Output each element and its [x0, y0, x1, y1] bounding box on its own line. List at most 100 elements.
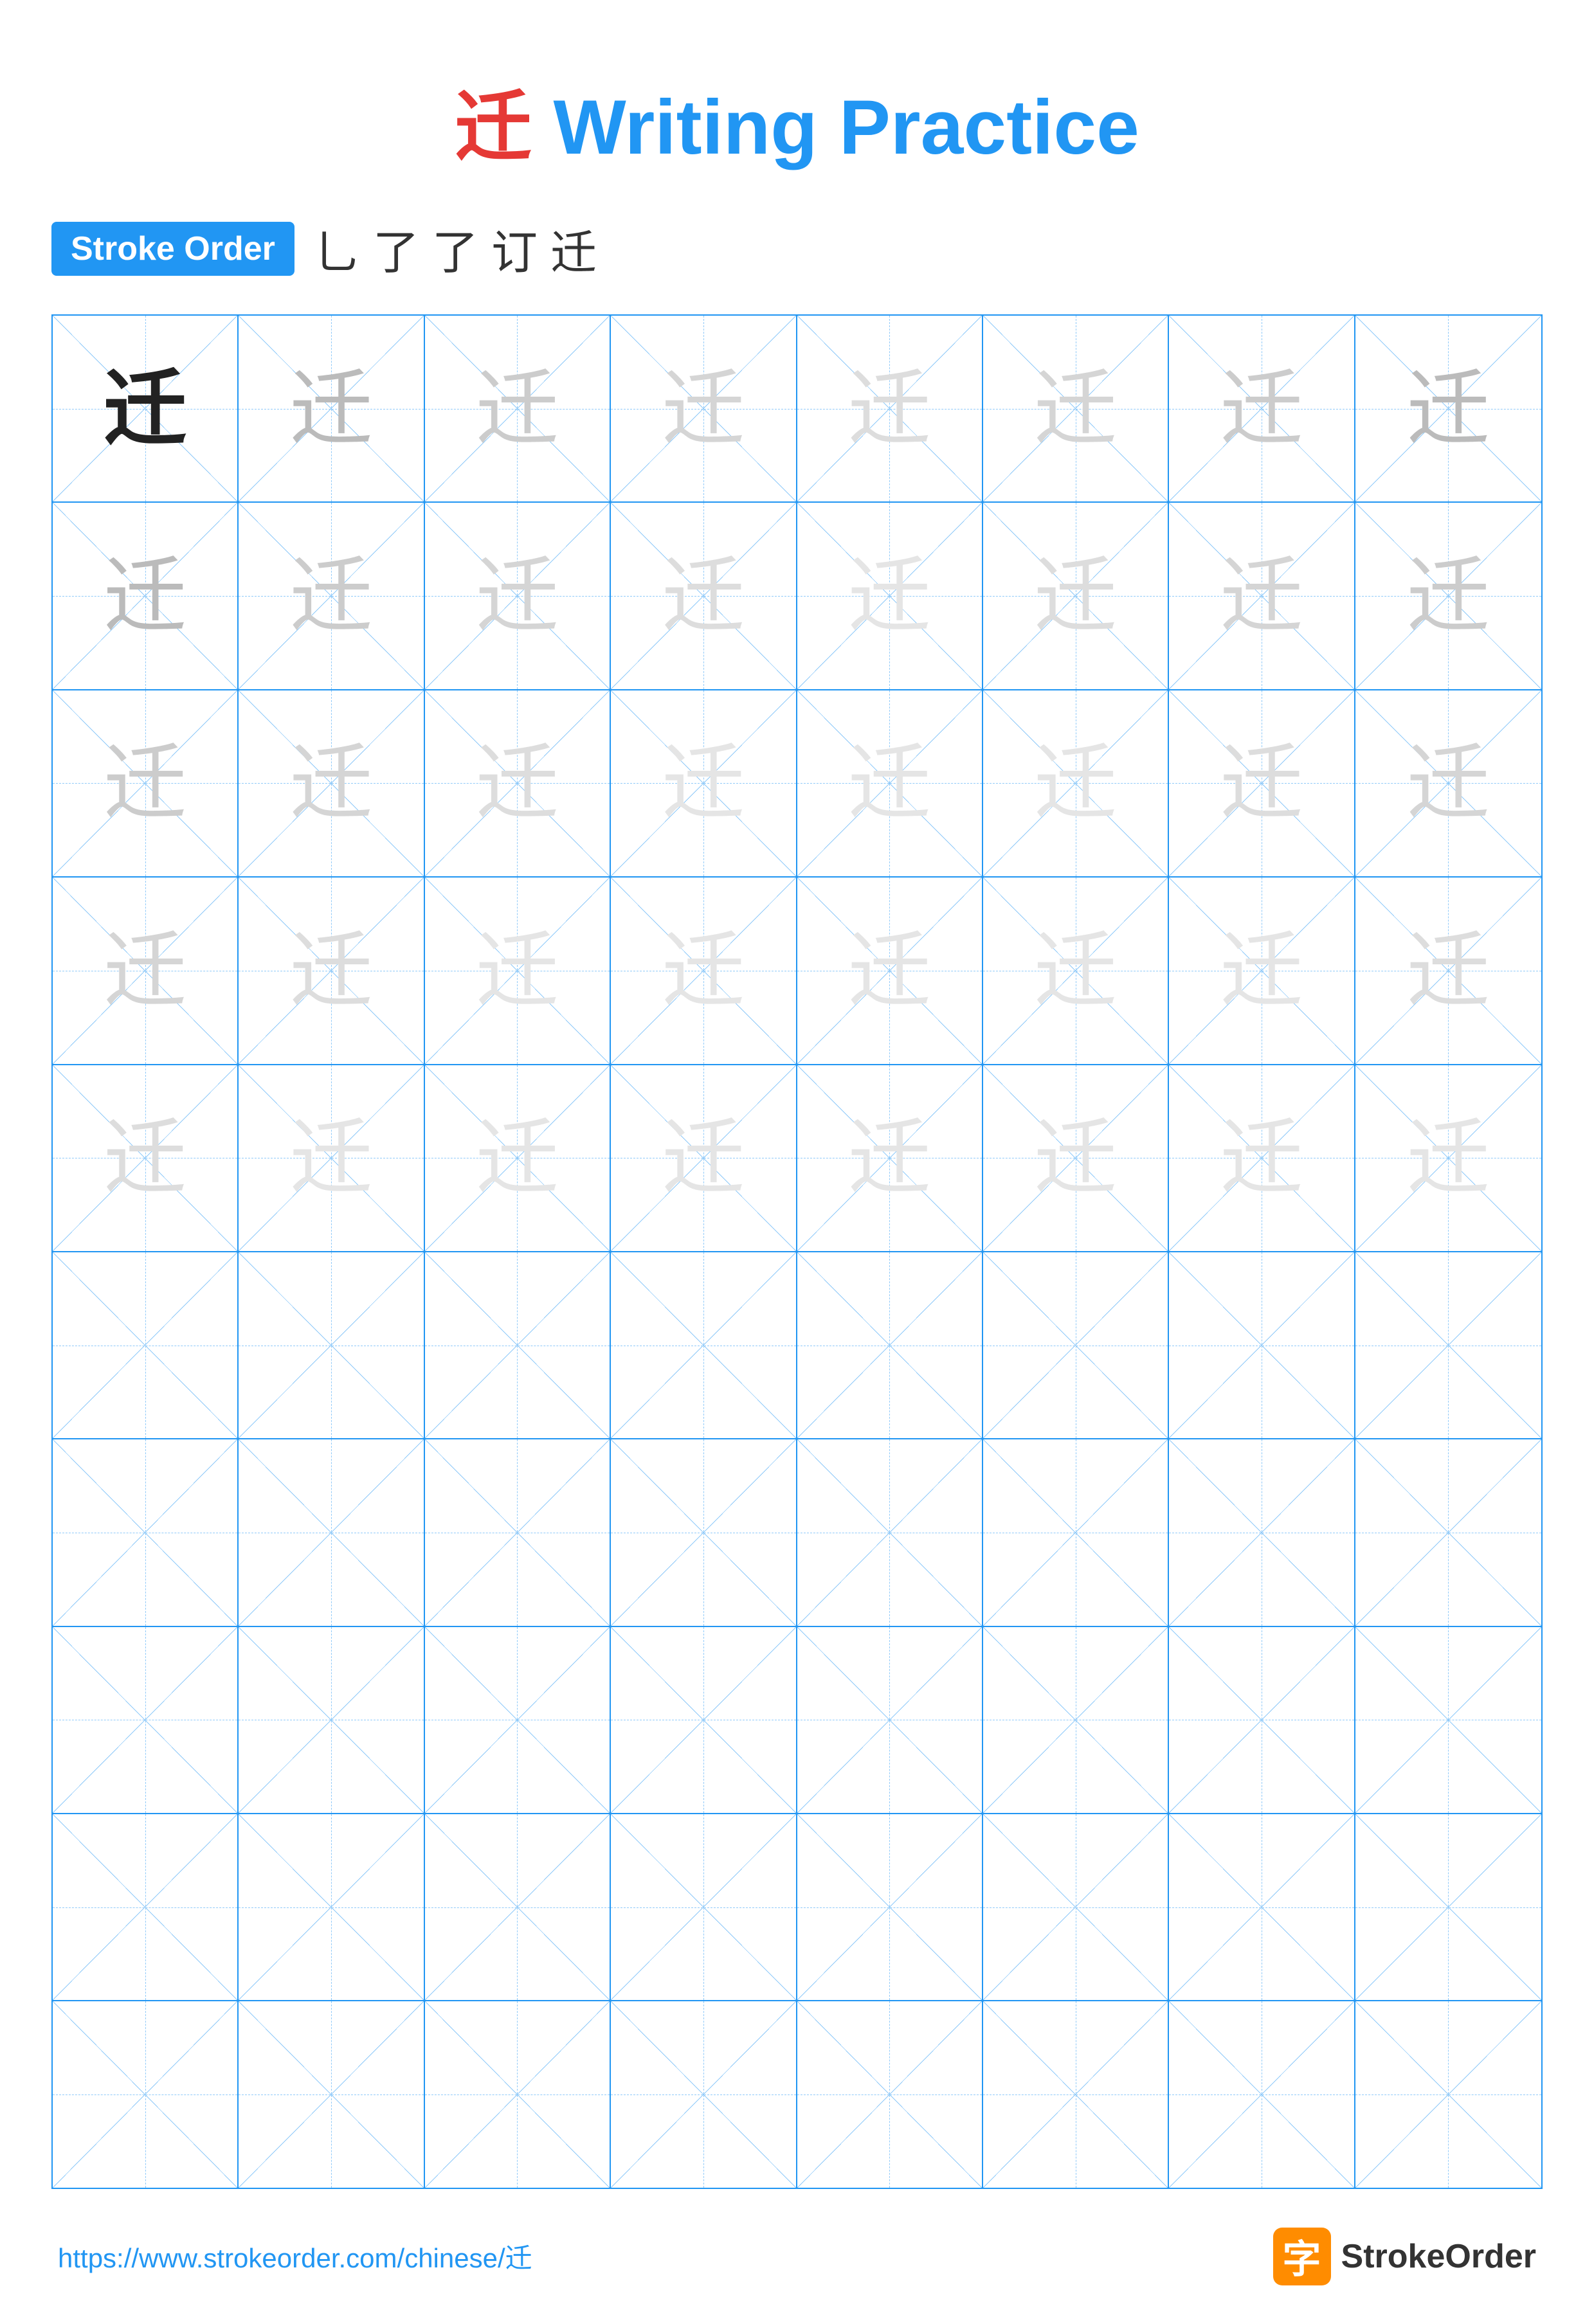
practice-char: 迁: [289, 741, 373, 825]
grid-cell[interactable]: [983, 1439, 1169, 1625]
grid-cell[interactable]: [239, 1627, 424, 1813]
grid-cell[interactable]: [1355, 2001, 1541, 2187]
grid-cell[interactable]: 迁: [797, 1065, 983, 1251]
grid-cell[interactable]: [425, 1252, 611, 1438]
grid-cell[interactable]: [1169, 1252, 1355, 1438]
grid-cell[interactable]: 迁: [239, 503, 424, 689]
grid-cell[interactable]: [1355, 1439, 1541, 1625]
grid-cell[interactable]: [53, 2001, 239, 2187]
grid-cell[interactable]: 迁: [611, 878, 797, 1063]
grid-cell[interactable]: 迁: [611, 503, 797, 689]
grid-cell[interactable]: 迁: [425, 316, 611, 501]
grid-cell[interactable]: [425, 2001, 611, 2187]
grid-cell[interactable]: [983, 1814, 1169, 2000]
grid-cell[interactable]: [611, 1439, 797, 1625]
grid-cell[interactable]: 迁: [611, 690, 797, 876]
grid-cell[interactable]: 迁: [425, 878, 611, 1063]
grid-cell[interactable]: 迁: [1169, 878, 1355, 1063]
practice-char: 迁: [475, 554, 559, 638]
grid-cell[interactable]: 迁: [1355, 690, 1541, 876]
grid-cell[interactable]: [1169, 2001, 1355, 2187]
grid-cell[interactable]: 迁: [239, 316, 424, 501]
grid-cell[interactable]: 迁: [53, 1065, 239, 1251]
grid-cell[interactable]: 迁: [1355, 878, 1541, 1063]
grid-cell[interactable]: 迁: [983, 503, 1169, 689]
grid-cell[interactable]: 迁: [1169, 1065, 1355, 1251]
grid-cell[interactable]: [53, 1439, 239, 1625]
grid-cell[interactable]: 迁: [53, 503, 239, 689]
grid-cell[interactable]: 迁: [1169, 690, 1355, 876]
grid-cell[interactable]: [983, 2001, 1169, 2187]
footer: https://www.strokeorder.com/chinese/迁 字 …: [51, 2228, 1543, 2285]
grid-cell[interactable]: [983, 1627, 1169, 1813]
grid-cell[interactable]: 迁: [425, 1065, 611, 1251]
grid-cell[interactable]: [611, 1252, 797, 1438]
practice-grid: 迁迁迁迁迁迁迁迁迁迁迁迁迁迁迁迁迁迁迁迁迁迁迁迁迁迁迁迁迁迁迁迁迁迁迁迁迁迁迁迁: [51, 314, 1543, 2189]
grid-cell[interactable]: [239, 2001, 424, 2187]
grid-cell[interactable]: [611, 1814, 797, 2000]
grid-row-empty: [53, 1439, 1541, 1626]
title-text: Writing Practice: [532, 84, 1139, 170]
practice-char: 迁: [475, 367, 559, 451]
grid-cell[interactable]: [797, 1814, 983, 2000]
grid-cell[interactable]: [797, 1439, 983, 1625]
grid-cell[interactable]: [1355, 1252, 1541, 1438]
practice-char: 迁: [104, 367, 187, 451]
footer-logo-text: StrokeOrder: [1341, 2237, 1536, 2276]
grid-cell[interactable]: [797, 2001, 983, 2187]
grid-cell[interactable]: 迁: [425, 503, 611, 689]
grid-cell[interactable]: 迁: [611, 316, 797, 501]
grid-cell[interactable]: [239, 1252, 424, 1438]
grid-cell[interactable]: [983, 1252, 1169, 1438]
grid-cell[interactable]: 迁: [239, 690, 424, 876]
grid-cell[interactable]: 迁: [983, 1065, 1169, 1251]
grid-cell[interactable]: 迁: [425, 690, 611, 876]
grid-cell[interactable]: [1355, 1627, 1541, 1813]
grid-cell[interactable]: [425, 1627, 611, 1813]
footer-url: https://www.strokeorder.com/chinese/迁: [58, 2237, 532, 2276]
grid-cell[interactable]: 迁: [983, 690, 1169, 876]
grid-cell[interactable]: 迁: [1169, 503, 1355, 689]
grid-row-empty: [53, 1814, 1541, 2001]
practice-char: 迁: [289, 929, 373, 1013]
grid-cell[interactable]: [1169, 1439, 1355, 1625]
grid-cell[interactable]: [1355, 1814, 1541, 2000]
grid-cell[interactable]: [53, 1252, 239, 1438]
grid-cell[interactable]: [611, 2001, 797, 2187]
grid-cell[interactable]: 迁: [983, 878, 1169, 1063]
practice-char: 迁: [104, 741, 187, 825]
stroke-steps: ⺃ 了 了 订 迁: [314, 215, 597, 282]
grid-cell[interactable]: 迁: [797, 690, 983, 876]
grid-cell[interactable]: [1169, 1814, 1355, 2000]
practice-char: 迁: [662, 554, 745, 638]
grid-cell[interactable]: [53, 1627, 239, 1813]
grid-cell[interactable]: 迁: [1355, 503, 1541, 689]
grid-cell[interactable]: 迁: [53, 316, 239, 501]
grid-cell[interactable]: 迁: [239, 1065, 424, 1251]
grid-cell[interactable]: [239, 1439, 424, 1625]
grid-cell[interactable]: [611, 1627, 797, 1813]
grid-cell[interactable]: 迁: [797, 316, 983, 501]
grid-cell[interactable]: 迁: [611, 1065, 797, 1251]
grid-cell[interactable]: 迁: [1169, 316, 1355, 501]
practice-char: 迁: [662, 929, 745, 1013]
grid-cell[interactable]: 迁: [53, 878, 239, 1063]
grid-row: 迁迁迁迁迁迁迁迁: [53, 316, 1541, 503]
grid-cell[interactable]: 迁: [797, 878, 983, 1063]
grid-row: 迁迁迁迁迁迁迁迁: [53, 690, 1541, 878]
practice-char: 迁: [1220, 367, 1303, 451]
grid-cell[interactable]: 迁: [239, 878, 424, 1063]
grid-cell[interactable]: 迁: [797, 503, 983, 689]
grid-cell[interactable]: [797, 1252, 983, 1438]
grid-cell[interactable]: 迁: [1355, 1065, 1541, 1251]
grid-cell[interactable]: 迁: [53, 690, 239, 876]
grid-cell[interactable]: 迁: [983, 316, 1169, 501]
grid-cell[interactable]: [239, 1814, 424, 2000]
grid-cell[interactable]: [425, 1814, 611, 2000]
grid-cell[interactable]: [425, 1439, 611, 1625]
grid-cell[interactable]: [797, 1627, 983, 1813]
stroke-step-2: 了: [373, 215, 419, 282]
grid-cell[interactable]: [1169, 1627, 1355, 1813]
grid-cell[interactable]: 迁: [1355, 316, 1541, 501]
grid-cell[interactable]: [53, 1814, 239, 2000]
